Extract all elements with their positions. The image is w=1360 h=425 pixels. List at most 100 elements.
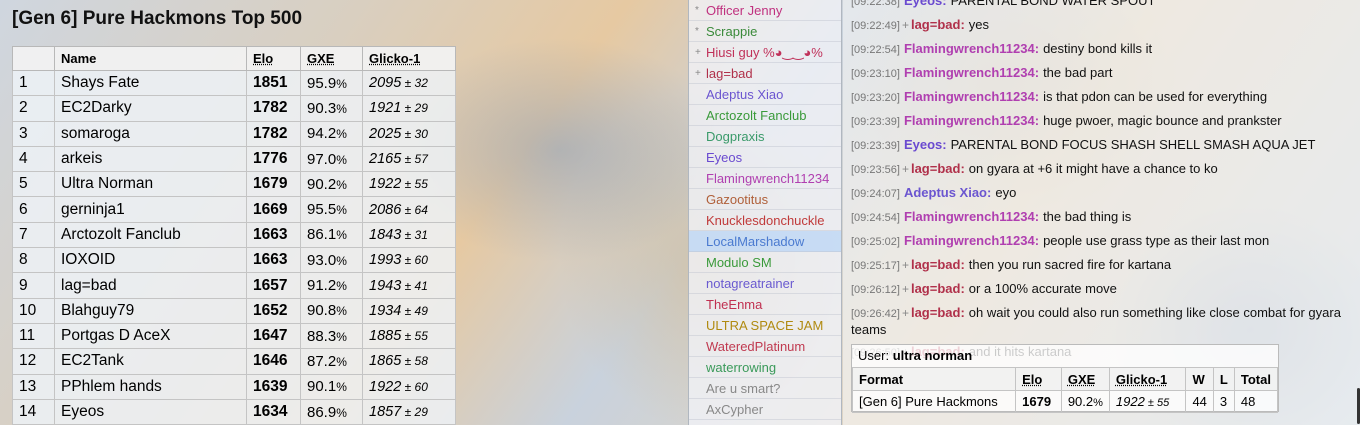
userlist[interactable]: * Officer Jenny * Scrappie + Hiusi guy %◕‿‿◕%… xyxy=(688,0,842,425)
user-name[interactable]: Arctozolt Fanclub xyxy=(706,108,806,123)
chat-author[interactable]: Flamingwrench11234: xyxy=(904,113,1039,128)
user-name[interactable]: ULTRA SPACE JAM xyxy=(706,318,823,333)
user-name[interactable]: AxCypher xyxy=(706,402,763,417)
header-elo[interactable]: Elo xyxy=(246,46,301,71)
user-name[interactable]: waterrowing xyxy=(706,360,776,375)
userlist-item[interactable]: * Scrappie xyxy=(689,21,841,42)
player-name[interactable]: PPhlem hands xyxy=(54,373,247,400)
player-name[interactable]: arkeis xyxy=(54,145,247,173)
player-name[interactable]: Portgas D AceX xyxy=(54,322,247,350)
userlist-item[interactable]: * Officer Jenny xyxy=(689,0,841,21)
user-name[interactable]: Dogpraxis xyxy=(706,129,765,144)
chat-author[interactable]: Flamingwrench11234: xyxy=(904,233,1039,248)
player-name[interactable]: Shays Fate xyxy=(54,69,247,97)
ladder-row: 12 EC2Tank 1646 87.2% 1865 ± 58 xyxy=(12,348,456,375)
user-name[interactable]: WateredPlatinum xyxy=(706,339,805,354)
ladder-row: 5 Ultra Norman 1679 90.2% 1922 ± 55 xyxy=(12,171,456,198)
userlist-item[interactable]: + lag=bad xyxy=(689,63,841,84)
user-name[interactable]: Officer Jenny xyxy=(706,3,782,18)
elo-cell: 1646 xyxy=(246,348,301,375)
chat-message: [09:24:54] Flamingwrench11234: the bad thi… xyxy=(851,209,1356,226)
chat-author[interactable]: Adeptus Xiao: xyxy=(904,185,991,200)
user-name[interactable]: Gazootitus xyxy=(706,192,768,207)
user-name[interactable]: Are u smart? xyxy=(706,381,780,396)
player-name[interactable]: IOXOID xyxy=(54,247,247,274)
userlist-item[interactable]: notagreatrainer xyxy=(689,273,841,294)
userlist-item[interactable]: waterrowing xyxy=(689,357,841,378)
chat-author[interactable]: Flamingwrench11234: xyxy=(904,89,1039,104)
glicko-value: 2086 xyxy=(369,201,402,218)
chat-author[interactable]: Flamingwrench11234: xyxy=(904,209,1039,224)
user-name[interactable]: lag=bad xyxy=(706,66,753,81)
chat-author[interactable]: lag=bad: xyxy=(911,281,965,296)
elo-cell: 1652 xyxy=(246,297,301,324)
player-name[interactable]: Arctozolt Fanclub xyxy=(54,221,247,249)
user-name[interactable]: notagreatrainer xyxy=(706,276,794,291)
elo-cell: 1782 xyxy=(246,120,301,147)
glicko-value: 1922 xyxy=(369,378,402,395)
glicko-value: 1993 xyxy=(369,252,402,269)
chat-text: PARENTAL BOND FOCUS SHASH SHELL SMASH AQ… xyxy=(950,137,1316,152)
elo-cell: 1639 xyxy=(246,373,301,400)
rank-cell: 5 xyxy=(12,171,55,198)
userlist-item[interactable]: Eyeos xyxy=(689,147,841,168)
chat-author[interactable]: Eyeos: xyxy=(904,137,947,152)
chat-author[interactable]: lag=bad: xyxy=(911,161,965,176)
userlist-item[interactable]: Gazootitus xyxy=(689,189,841,210)
chat-author[interactable]: Eyeos: xyxy=(904,0,947,8)
userlist-item[interactable]: Flamingwrench11234 xyxy=(689,168,841,189)
user-name[interactable]: LocalMarshadow xyxy=(706,234,804,249)
chat-author[interactable]: lag=bad: xyxy=(911,17,965,32)
userlist-item[interactable]: Adeptus Xiao xyxy=(689,84,841,105)
chat-author[interactable]: Flamingwrench11234: xyxy=(904,65,1039,80)
chat-author[interactable]: lag=bad: xyxy=(911,305,965,320)
player-name[interactable]: EC2Darky xyxy=(54,95,247,122)
glicko-cell: 2025 ± 30 xyxy=(362,120,456,147)
glicko-dev-value: 30 xyxy=(414,126,428,141)
user-name[interactable]: TheEnma xyxy=(706,297,762,312)
header-name[interactable]: Name xyxy=(54,46,247,71)
user-name[interactable]: Eyeos xyxy=(706,150,742,165)
player-name[interactable]: Ultra Norman xyxy=(54,171,247,198)
player-name[interactable]: lag=bad xyxy=(54,272,247,299)
player-name[interactable]: somaroga xyxy=(54,120,247,147)
glicko-dev: ± 60 xyxy=(401,379,428,394)
user-name[interactable]: Knucklesdonchuckle xyxy=(706,213,825,228)
rank-cell: 3 xyxy=(12,120,55,147)
userlist-item[interactable]: dingdingboom xyxy=(689,420,841,425)
userlist-item[interactable]: ULTRA SPACE JAM xyxy=(689,315,841,336)
elo-cell: 1782 xyxy=(246,95,301,122)
timestamp: [09:23:20] xyxy=(851,92,900,104)
chat-text: PARENTAL BOND WATER SPOUT xyxy=(950,0,1156,8)
player-name[interactable]: gerninja1 xyxy=(54,196,247,223)
userlist-item[interactable]: LocalMarshadow xyxy=(689,231,841,252)
userlist-item[interactable]: Knucklesdonchuckle xyxy=(689,210,841,231)
user-name[interactable]: Scrappie xyxy=(706,24,757,39)
gxe-cell: 90.3% xyxy=(300,95,363,122)
user-name[interactable]: Flamingwrench11234 xyxy=(706,171,829,186)
player-name[interactable]: Blahguy79 xyxy=(54,297,247,324)
user-name[interactable]: Hiusi guy %◕‿‿◕% xyxy=(706,45,823,60)
userlist-item[interactable]: Modulo SM xyxy=(689,252,841,273)
chat-author[interactable]: Flamingwrench11234: xyxy=(904,41,1039,56)
userlist-item[interactable]: Arctozolt Fanclub xyxy=(689,105,841,126)
userlist-item[interactable]: Dogpraxis xyxy=(689,126,841,147)
userlist-item[interactable]: TheEnma xyxy=(689,294,841,315)
ladder-row: 2 EC2Darky 1782 90.3% 1921 ± 29 xyxy=(12,95,456,122)
userlist-item[interactable]: + Hiusi guy %◕‿‿◕% xyxy=(689,42,841,63)
glicko-cell: 2086 ± 64 xyxy=(362,196,456,223)
user-name[interactable]: Modulo SM xyxy=(706,255,772,270)
header-glicko[interactable]: Glicko-1 xyxy=(362,46,456,71)
userlist-item[interactable]: WateredPlatinum xyxy=(689,336,841,357)
userlist-item[interactable]: Are u smart? xyxy=(689,378,841,399)
glicko-value: 2095 xyxy=(369,75,402,92)
player-name[interactable]: Eyeos xyxy=(54,398,247,425)
card-elo: 1679 xyxy=(1015,390,1062,413)
user-name[interactable]: Adeptus Xiao xyxy=(706,87,783,102)
player-name[interactable]: EC2Tank xyxy=(54,348,247,375)
chat-log[interactable]: [09:22:38] Eyeos: PARENTAL BOND WATER SPOU… xyxy=(851,0,1356,368)
userlist-item[interactable]: AxCypher xyxy=(689,399,841,420)
chat-author[interactable]: lag=bad: xyxy=(911,257,965,272)
gxe-cell: 93.0% xyxy=(300,247,363,274)
header-gxe[interactable]: GXE xyxy=(300,46,363,71)
